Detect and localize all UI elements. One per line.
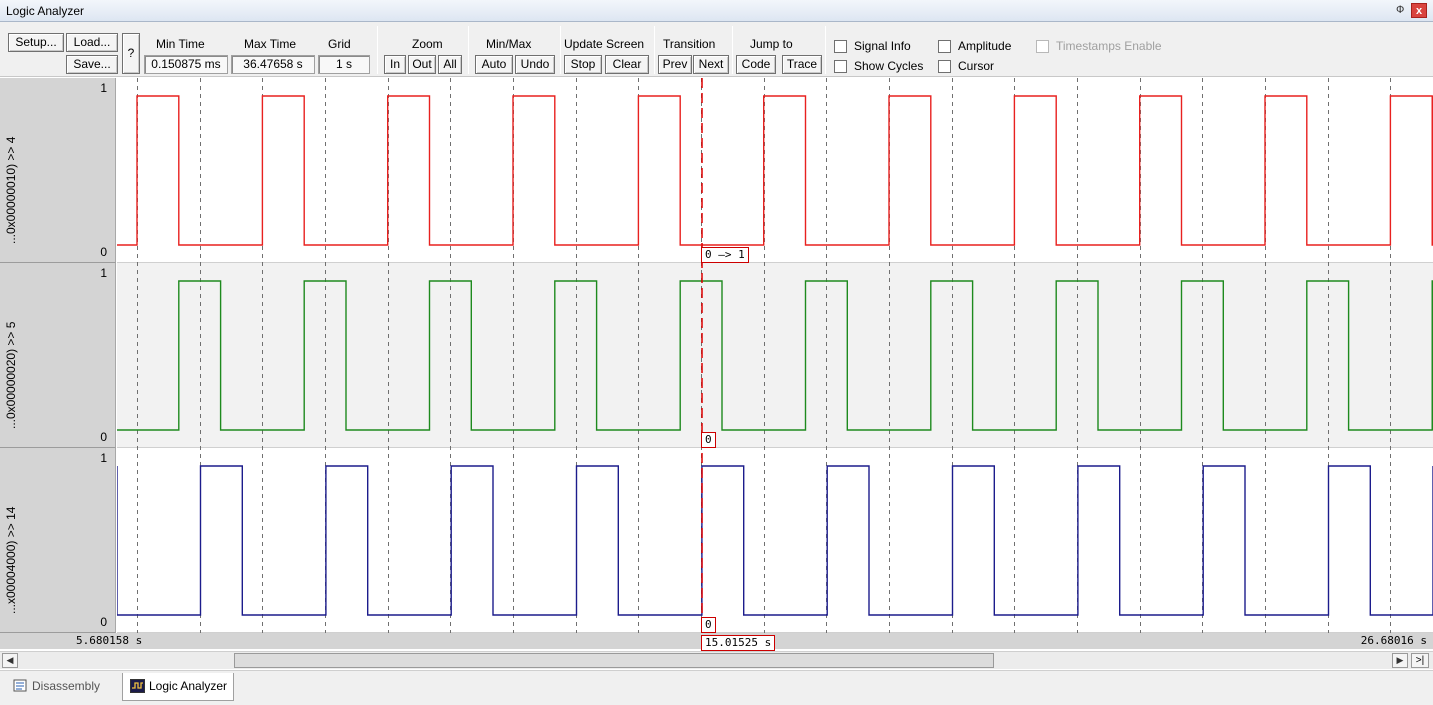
low-level-label: 0: [100, 430, 107, 444]
high-level-label: 1: [100, 451, 107, 465]
high-level-label: 1: [100, 266, 107, 280]
trace-button[interactable]: Trace: [782, 55, 822, 74]
window-title: Logic Analyzer: [6, 4, 85, 18]
separator: [468, 26, 469, 74]
min-time-label: Min Time: [156, 37, 205, 51]
signal-row-background: [117, 263, 1433, 448]
low-level-label: 0: [100, 245, 107, 259]
tab-logic-analyzer[interactable]: Logic Analyzer: [122, 673, 235, 701]
zoom-in-button[interactable]: In: [384, 55, 406, 74]
scroll-end-icon[interactable]: >|: [1411, 653, 1429, 668]
transition-label: Transition: [663, 37, 716, 51]
code-button[interactable]: Code: [736, 55, 776, 74]
auto-button[interactable]: Auto: [475, 55, 513, 74]
logic-analyzer-window: Logic Analyzer Ф x Setup... Load... Save…: [0, 0, 1433, 705]
signal-label-1[interactable]: ...0x00000020) >> 5 1 0: [0, 263, 116, 448]
signal-label-0[interactable]: ...0x00000010) >> 4 1 0: [0, 78, 116, 263]
show-cycles-label: Show Cycles: [854, 59, 924, 73]
show-cycles-checkbox[interactable]: [834, 60, 847, 73]
time-axis-end: 26.68016 s: [1360, 634, 1427, 647]
scrollbar-thumb[interactable]: [234, 653, 994, 668]
max-time-value: 36.47658 s: [231, 55, 315, 74]
title-bar: Logic Analyzer Ф x: [0, 0, 1433, 22]
undo-button[interactable]: Undo: [515, 55, 555, 74]
tab-disassembly[interactable]: Disassembly: [6, 673, 106, 701]
pin-icon[interactable]: Ф: [1396, 4, 1404, 16]
high-level-label: 1: [100, 81, 107, 95]
clear-button[interactable]: Clear: [605, 55, 649, 74]
toolbar: Setup... Load... Save... ? Min Time 0.15…: [0, 22, 1433, 77]
separator: [732, 26, 733, 74]
horizontal-scrollbar[interactable]: ◀ ▶ >|: [0, 651, 1433, 669]
separator: [377, 26, 378, 74]
minmax-label: Min/Max: [486, 37, 532, 51]
waveform-plot[interactable]: [117, 78, 1433, 633]
signal-label-2[interactable]: ...x00004000) >> 14 1 0: [0, 448, 116, 633]
separator: [654, 26, 655, 74]
signal-info-label: Signal Info: [854, 39, 911, 53]
max-time-label: Max Time: [244, 37, 297, 51]
jump-to-label: Jump to: [750, 37, 793, 51]
tab-label: Disassembly: [32, 679, 101, 693]
timestamps-enable-label: Timestamps Enable: [1056, 39, 1162, 53]
amplitude-label: Amplitude: [958, 39, 1012, 53]
signal-name: ...0x00000020) >> 5: [4, 321, 18, 429]
signal-2-cursor-value: 0: [701, 617, 716, 633]
cursor-label: Cursor: [958, 59, 995, 73]
scroll-left-icon[interactable]: ◀: [2, 653, 18, 668]
signal-1-cursor-value: 0: [701, 432, 716, 448]
close-icon[interactable]: x: [1411, 3, 1427, 18]
grid-label: Grid: [328, 37, 351, 51]
zoom-out-button[interactable]: Out: [408, 55, 436, 74]
next-button[interactable]: Next: [693, 55, 729, 74]
help-button[interactable]: ?: [122, 33, 140, 74]
separator: [825, 26, 826, 74]
signal-name: ...0x00000010) >> 4: [4, 136, 18, 244]
grid-value: 1 s: [318, 55, 370, 74]
signal-name: ...x00004000) >> 14: [4, 506, 18, 614]
tab-bar: Disassembly Logic Analyzer: [0, 670, 1433, 705]
stop-button[interactable]: Stop: [564, 55, 602, 74]
signal-row-background: [117, 78, 1433, 263]
amplitude-checkbox[interactable]: [938, 40, 951, 53]
prev-button[interactable]: Prev: [658, 55, 692, 74]
separator: [560, 26, 561, 74]
update-screen-label: Update Screen: [564, 37, 645, 51]
disassembly-icon: [13, 679, 27, 692]
zoom-label: Zoom: [412, 37, 443, 51]
load-button[interactable]: Load...: [66, 33, 118, 52]
time-axis-start: 5.680158 s: [76, 634, 143, 647]
save-button[interactable]: Save...: [66, 55, 118, 74]
signal-info-checkbox[interactable]: [834, 40, 847, 53]
cursor-checkbox[interactable]: [938, 60, 951, 73]
scroll-right-icon[interactable]: ▶: [1392, 653, 1408, 668]
cursor-time-label: 15.01525 s: [701, 635, 776, 651]
timestamps-enable-checkbox: [1036, 40, 1049, 53]
signal-0-cursor-value: 0 —> 1: [701, 247, 749, 263]
low-level-label: 0: [100, 615, 107, 629]
signal-row-background: [117, 448, 1433, 633]
tab-label: Logic Analyzer: [149, 679, 228, 693]
zoom-all-button[interactable]: All: [438, 55, 462, 74]
setup-button[interactable]: Setup...: [8, 33, 64, 52]
logic-analyzer-icon: [130, 679, 145, 693]
min-time-value: 0.150875 ms: [144, 55, 228, 74]
